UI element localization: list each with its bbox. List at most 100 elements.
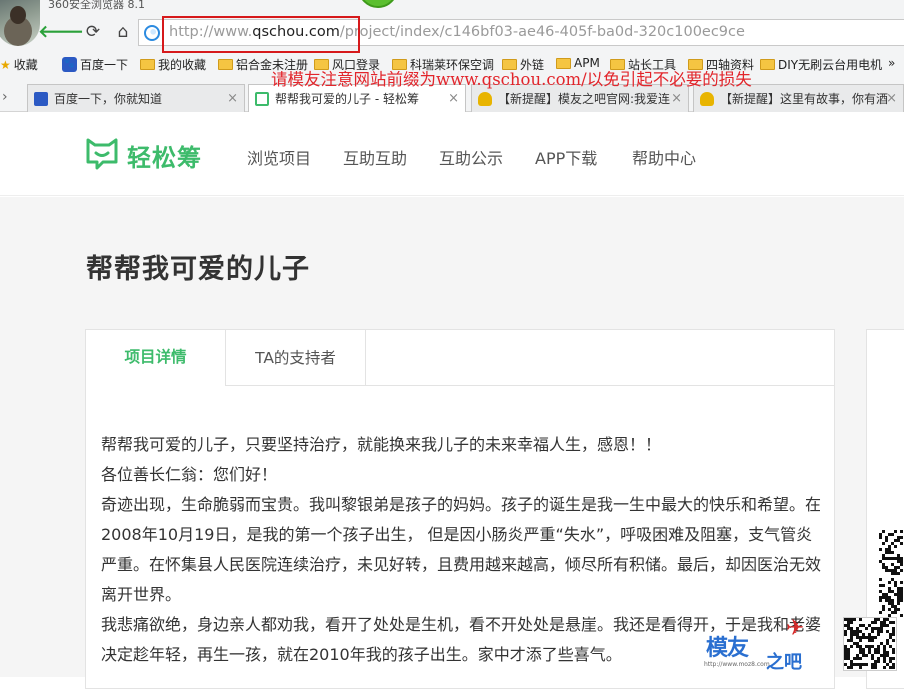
qr-module xyxy=(888,581,891,584)
qr-module xyxy=(900,599,903,602)
qr-module xyxy=(879,536,882,539)
qr-module xyxy=(882,608,885,611)
user-avatar[interactable] xyxy=(0,0,40,46)
qr-module xyxy=(900,563,903,566)
qsc-icon xyxy=(255,91,269,106)
domain-highlight-box xyxy=(162,16,360,53)
paw-icon xyxy=(34,91,48,106)
paw-icon: 🐾 xyxy=(62,57,77,72)
logo-text[interactable]: 轻松筹 xyxy=(127,138,202,173)
qr-module xyxy=(892,651,895,654)
qr-module xyxy=(897,572,900,575)
qr-module xyxy=(897,608,900,611)
qr-module xyxy=(894,530,897,533)
qr-module xyxy=(850,666,853,669)
qr-module xyxy=(900,614,903,617)
project-tabbar: 项目详情 TA的支持者 xyxy=(86,330,834,386)
qr-module xyxy=(859,639,862,642)
qr-module xyxy=(877,633,880,636)
bookmark-item[interactable]: 🐾 百度一下 xyxy=(62,56,128,73)
tab-label: 帮帮我可爱的儿子 - 轻松筹 xyxy=(275,92,419,106)
watermark-qr-icon xyxy=(843,617,897,671)
qr-module xyxy=(900,542,903,545)
qr-module xyxy=(900,536,903,539)
browser-title: 360安全浏览器 8.1 xyxy=(48,0,145,11)
qr-module xyxy=(897,602,900,605)
qr-module xyxy=(874,666,877,669)
qr-module xyxy=(886,624,889,627)
qr-code-icon[interactable] xyxy=(879,530,904,620)
airplane-icon: ✈ xyxy=(786,616,805,641)
bookmarks-more-icon[interactable]: » xyxy=(888,56,895,70)
nav-help-center[interactable]: 帮助中心 xyxy=(632,145,696,169)
qr-module xyxy=(892,657,895,660)
qr-module xyxy=(859,657,862,660)
qr-module xyxy=(850,645,853,648)
bookmark-item[interactable]: 我的收藏 xyxy=(140,56,206,73)
star-icon: ★ xyxy=(0,57,11,72)
home-icon[interactable]: ⌂ xyxy=(111,21,135,43)
folder-icon xyxy=(218,59,233,70)
qr-module xyxy=(871,639,874,642)
watermark-logo-text-2: 之吧 xyxy=(766,652,802,673)
qr-module xyxy=(892,621,895,624)
bookmark-label: 收藏 xyxy=(13,58,38,72)
bookmark-item[interactable]: DIY无刷云台用电机 xyxy=(760,56,882,73)
qr-module xyxy=(892,639,895,642)
story-paragraph: 帮帮我可爱的儿子，只要坚持治疗，就能换来我儿子的未来幸福人生，感恩！！ xyxy=(101,435,662,454)
qr-module xyxy=(892,633,895,636)
qr-module xyxy=(879,599,882,602)
overlay-notice: 请模友注意网站前缀为www.qschou.com/以免引起不必要的损失 xyxy=(271,70,752,89)
close-icon[interactable]: × xyxy=(448,91,459,106)
qr-module xyxy=(882,584,885,587)
tab-supporters[interactable]: TA的支持者 xyxy=(226,330,366,386)
qr-module xyxy=(850,621,853,624)
refresh-icon[interactable]: ⟳ xyxy=(81,21,105,43)
qr-module xyxy=(900,530,903,533)
logo-icon[interactable] xyxy=(85,136,119,170)
qr-module xyxy=(859,666,862,669)
qr-module xyxy=(879,611,882,614)
watermark-url: http://www.moz8.com xyxy=(704,661,770,668)
qr-module xyxy=(874,621,877,624)
browser-logo-icon[interactable] xyxy=(358,0,398,8)
browser-chrome: 360安全浏览器 8.1 🡐 ⟳ ⌂ http://www.qschou.com… xyxy=(0,0,904,112)
close-icon[interactable]: × xyxy=(886,91,897,106)
page-title: 帮帮我可爱的儿子 xyxy=(86,254,310,285)
nav-mutual-help[interactable]: 互助互助 xyxy=(343,145,407,169)
bookmark-label: DIY无刷云台用电机 xyxy=(778,58,883,72)
qr-module xyxy=(891,551,894,554)
tab-project-detail[interactable]: 项目详情 xyxy=(86,330,226,386)
qr-module xyxy=(894,545,897,548)
watermark-logo-text: 模友 xyxy=(706,635,749,661)
qr-module xyxy=(877,660,880,663)
folder-icon xyxy=(760,59,775,70)
qr-module xyxy=(883,666,886,669)
qr-module xyxy=(879,578,882,581)
qr-module xyxy=(865,663,868,666)
tab-label: 【新提醒】模友之吧官网:我爱连 xyxy=(498,92,671,106)
qr-module xyxy=(865,654,868,657)
nav-browse[interactable]: 浏览项目 xyxy=(247,145,311,169)
close-icon[interactable]: × xyxy=(227,91,238,106)
qr-module xyxy=(874,636,877,639)
tab-scroll-left-icon[interactable]: › xyxy=(2,89,8,105)
close-icon[interactable]: × xyxy=(671,91,682,106)
qr-module xyxy=(859,618,862,621)
bookmark-item[interactable]: ★ 收藏 xyxy=(0,56,38,73)
nav-public[interactable]: 互助公示 xyxy=(439,145,503,169)
nav-app-download[interactable]: APP下载 xyxy=(535,145,597,169)
trophy-icon xyxy=(478,91,492,106)
bookmark-label: 我的收藏 xyxy=(158,58,207,72)
qr-module xyxy=(844,633,847,636)
site-security-icon xyxy=(144,25,160,41)
qr-module xyxy=(853,618,856,621)
browser-tab[interactable]: 百度一下，你就知道 × xyxy=(27,84,245,112)
tab-label: 百度一下，你就知道 xyxy=(54,92,163,106)
qr-module xyxy=(871,630,874,633)
qr-module xyxy=(892,666,895,669)
qr-module xyxy=(900,581,903,584)
story-paragraph: 各位善长仁翁：您们好！ xyxy=(101,465,278,484)
folder-icon xyxy=(140,59,155,70)
back-icon[interactable]: 🡐 xyxy=(38,21,84,43)
